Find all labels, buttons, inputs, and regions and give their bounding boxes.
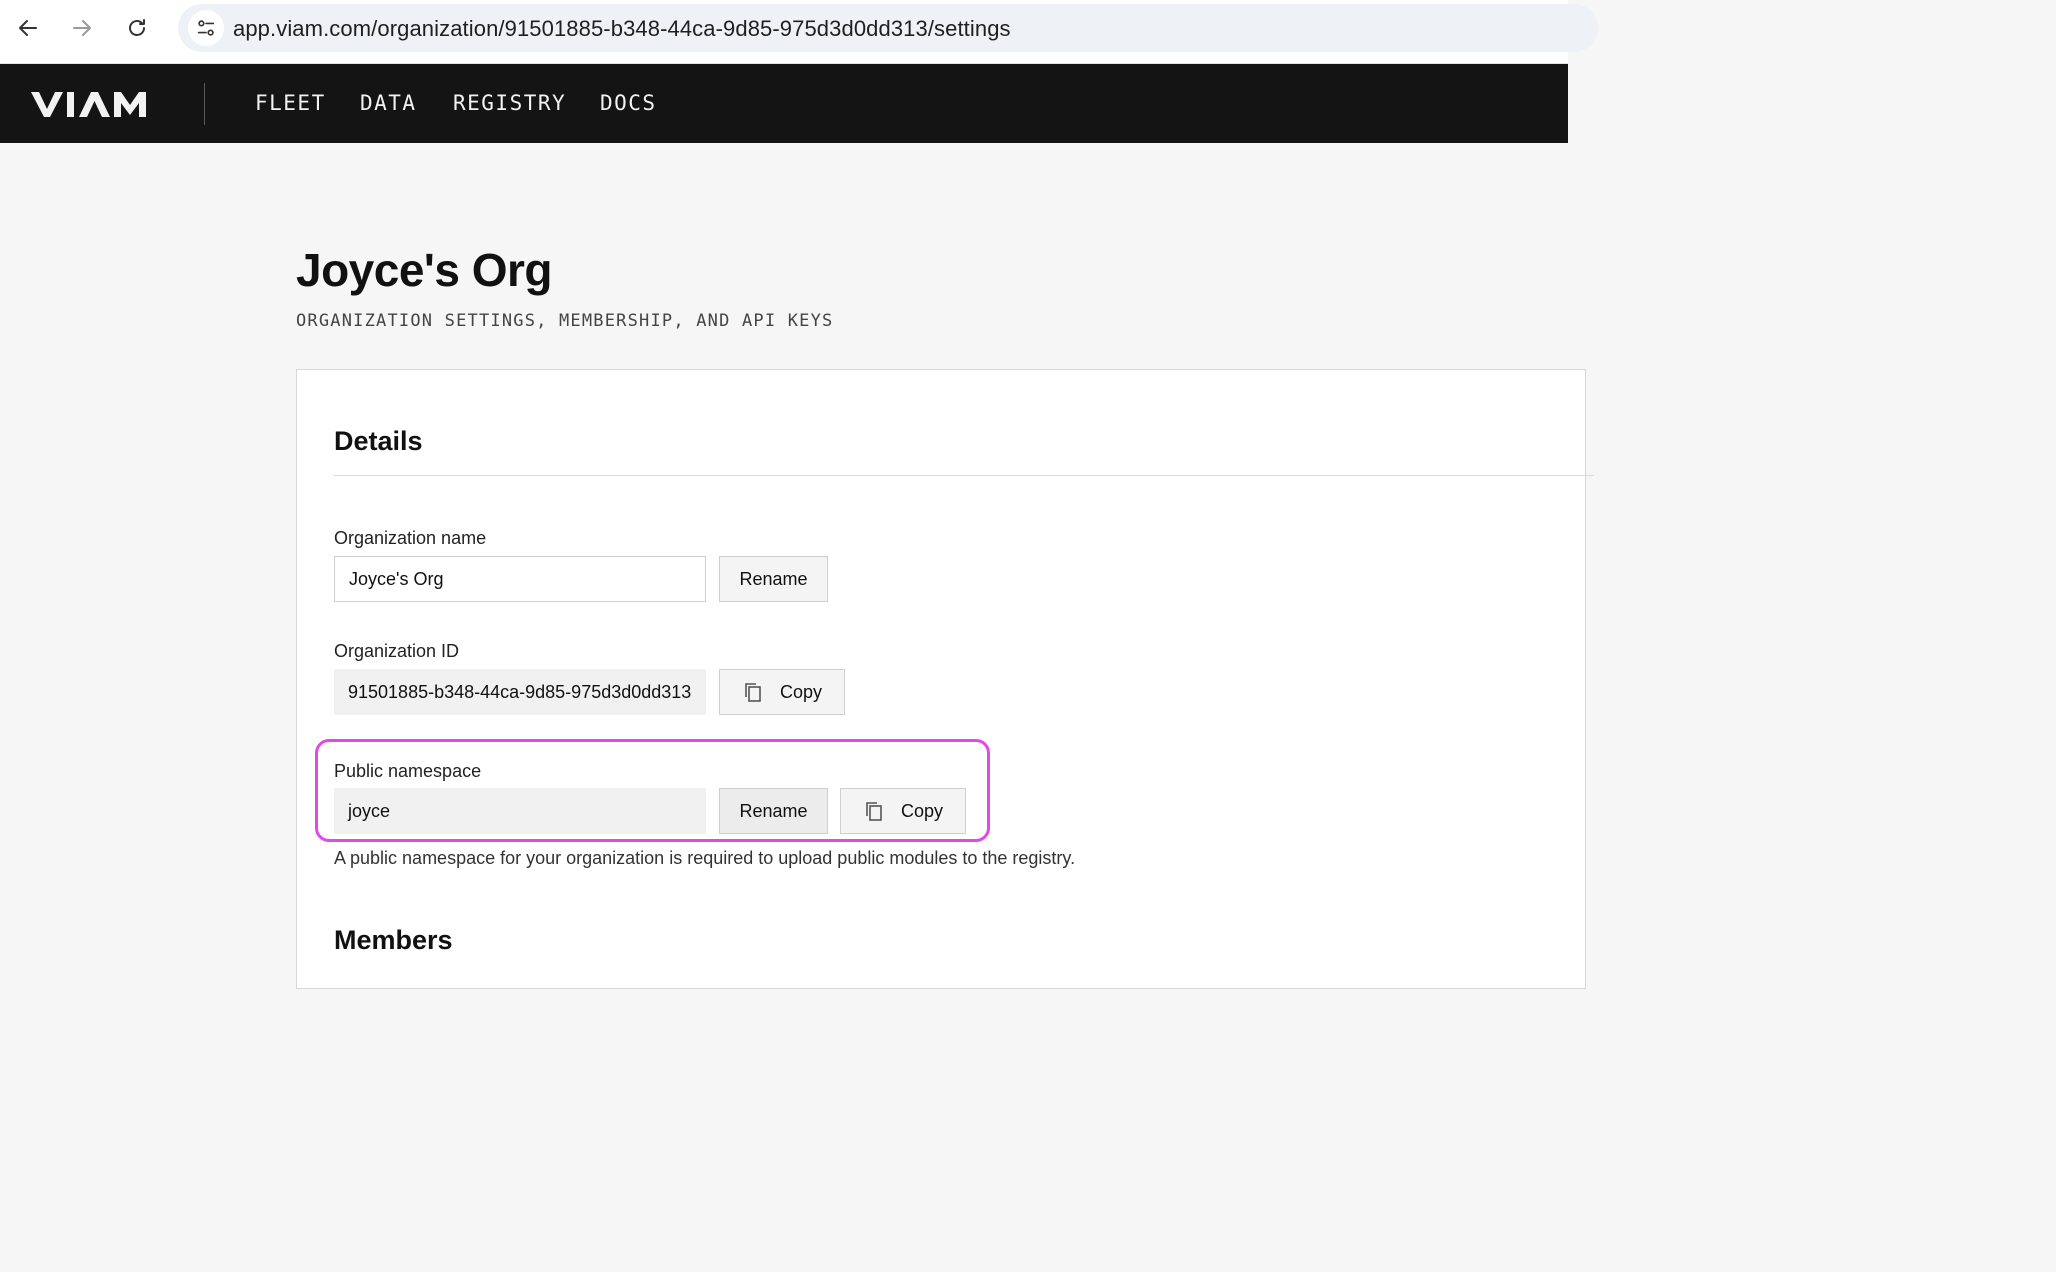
reload-icon bbox=[129, 19, 145, 36]
copy-org-id-label: Copy bbox=[779, 681, 823, 702]
forward-button[interactable] bbox=[64, 10, 100, 46]
org-id-label: Organization ID bbox=[334, 641, 460, 661]
settings-card: Details Organization name Rename Organiz… bbox=[296, 369, 1594, 989]
nav-fleet[interactable]: FLEET bbox=[255, 91, 326, 115]
browser-toolbar: app.viam.com/organization/91501885-b348-… bbox=[0, 0, 1598, 64]
copy-namespace-button[interactable]: Copy bbox=[840, 788, 966, 834]
nav-data[interactable]: DATA bbox=[360, 91, 417, 115]
url-text[interactable]: app.viam.com/organization/91501885-b348-… bbox=[233, 16, 1011, 42]
app-header: FLEET DATA REGISTRY DOCS bbox=[0, 64, 1568, 143]
nav-docs[interactable]: DOCS bbox=[600, 91, 657, 115]
copy-icon bbox=[745, 683, 761, 702]
namespace-value: joyce bbox=[334, 788, 706, 834]
nav-registry[interactable]: REGISTRY bbox=[453, 91, 566, 115]
site-info-button[interactable] bbox=[188, 10, 224, 46]
rename-org-button[interactable]: Rename bbox=[719, 556, 828, 602]
page-subtitle: ORGANIZATION SETTINGS, MEMBERSHIP, AND A… bbox=[296, 311, 834, 331]
reload-button[interactable] bbox=[119, 10, 155, 46]
rename-namespace-label: Rename bbox=[739, 800, 808, 821]
arrow-left-icon bbox=[19, 20, 37, 36]
org-id-value: 91501885-b348-44ca-9d85-975d3d0dd313 bbox=[334, 669, 706, 715]
details-divider bbox=[334, 475, 1594, 476]
rename-namespace-button[interactable]: Rename bbox=[719, 788, 828, 834]
org-name-label: Organization name bbox=[334, 528, 487, 548]
details-heading: Details bbox=[334, 426, 423, 456]
arrow-right-icon bbox=[73, 20, 91, 36]
back-button[interactable] bbox=[10, 10, 46, 46]
page-title: Joyce's Org bbox=[296, 244, 553, 296]
tune-icon bbox=[197, 20, 215, 36]
header-divider bbox=[204, 83, 205, 125]
org-name-input[interactable] bbox=[334, 556, 706, 602]
rename-org-button-label: Rename bbox=[739, 568, 808, 589]
namespace-label: Public namespace bbox=[334, 761, 482, 781]
address-bar[interactable]: app.viam.com/organization/91501885-b348-… bbox=[178, 4, 1598, 52]
copy-namespace-label: Copy bbox=[900, 800, 944, 821]
viam-logo[interactable] bbox=[30, 89, 158, 119]
namespace-helper-text: A public namespace for your organization… bbox=[334, 848, 1076, 868]
members-heading: Members bbox=[334, 925, 453, 955]
copy-org-id-button[interactable]: Copy bbox=[719, 669, 845, 715]
copy-icon bbox=[866, 802, 882, 821]
